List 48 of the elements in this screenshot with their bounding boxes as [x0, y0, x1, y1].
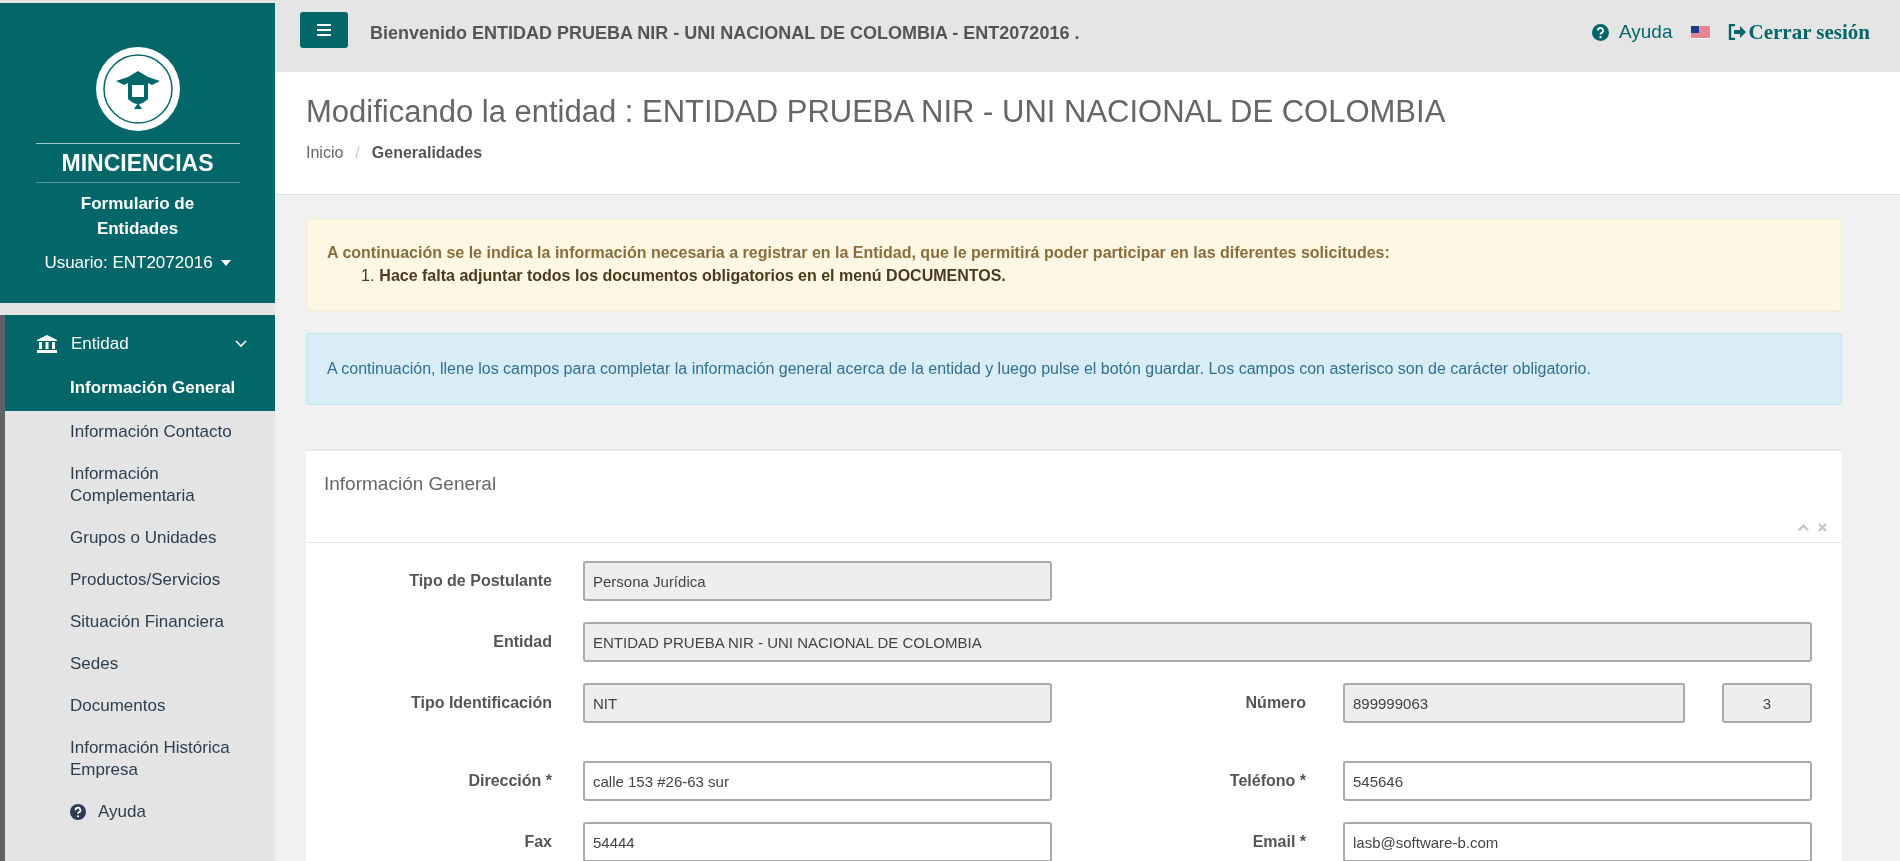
- input-field[interactable]: 545646: [1343, 761, 1812, 801]
- field-label: Entidad: [492, 632, 553, 652]
- app-subtitle: Formulario de Entidades: [79, 193, 196, 240]
- user-menu-button[interactable]: Usuario: ENT2072016: [44, 253, 231, 273]
- menu-item[interactable]: Productos/Servicios: [5, 559, 275, 601]
- menu-button[interactable]: [300, 12, 348, 48]
- help-icon: [70, 804, 86, 820]
- breadcrumb-item[interactable]: Generalidades: [371, 144, 483, 162]
- field-label: Dirección *: [467, 771, 553, 791]
- field-label: Tipo Identificación: [409, 693, 553, 713]
- logout-link[interactable]: Cerrar sesión: [1727, 19, 1870, 45]
- menu-item[interactable]: Información Complementaria: [5, 453, 275, 517]
- help-icon: [1591, 23, 1609, 41]
- brand-name: MINCIENCIAS: [35, 143, 240, 183]
- help-label: Ayuda: [98, 801, 146, 823]
- menu-item[interactable]: Grupos o Unidades: [5, 517, 275, 559]
- menu-item[interactable]: Situación Financiera: [5, 601, 275, 643]
- page-title: Modificando la entidad : ENTIDAD PRUEBA NIR - UNI NACIONAL DE COLOMBIA: [306, 94, 1447, 130]
- field-label: Tipo de Postulante: [408, 571, 553, 591]
- breadcrumb-item[interactable]: Inicio: [306, 144, 344, 162]
- help-menu-item[interactable]: Ayuda: [5, 791, 275, 833]
- alert-list-item: Hace falta adjuntar todos los documentos obligatorios en el menú DOCUMENTOS.: [379, 266, 1006, 286]
- menu-item[interactable]: Documentos: [5, 685, 275, 727]
- flag-icon[interactable]: [1690, 25, 1710, 39]
- field-label: Fax: [523, 832, 553, 852]
- field-label: Teléfono *: [1228, 771, 1307, 791]
- menu-item[interactable]: Información Contacto: [5, 411, 275, 453]
- alert-text: A continuación, llene los campos para completar la información general acerca de la entidad y luego pulse el botón guardar. Los campos con asterisco son de carácter obligatorio.: [327, 360, 1592, 378]
- breadcrumb-separator: /: [355, 144, 360, 162]
- alert-text: A continuación se le indica la información necesaria a registrar en la Entidad, que le permitirá poder participar en las diferentes solicitudes:: [327, 244, 1391, 262]
- menu-item[interactable]: Sedes: [5, 643, 275, 685]
- menu-icon: [317, 24, 331, 36]
- chevron-icon: [235, 340, 247, 348]
- bank-icon: [37, 335, 57, 353]
- input-field[interactable]: calle 153 #26-63 sur: [583, 761, 1052, 801]
- help-link[interactable]: Ayuda: [1591, 21, 1673, 43]
- menu-item[interactable]: Información General: [5, 373, 275, 411]
- input-field[interactable]: 54444: [583, 822, 1052, 861]
- field-label: Número: [1244, 693, 1307, 713]
- input-field[interactable]: lasb@software-b.com: [1343, 822, 1812, 861]
- menu-item[interactable]: Información Histórica Empresa: [5, 727, 275, 791]
- menu-group-item[interactable]: Entidad: [5, 315, 275, 373]
- field-label: Email *: [1251, 832, 1307, 852]
- panel-title: Información General: [324, 473, 497, 494]
- list-number: 1.: [361, 266, 375, 286]
- sign-out-icon: [1727, 24, 1746, 40]
- caret-icon: [220, 260, 231, 266]
- welcome-text: Bienvenido ENTIDAD PRUEBA NIR - UNI NACIONAL DE COLOMBIA - ENT2072016 .: [370, 22, 1081, 44]
